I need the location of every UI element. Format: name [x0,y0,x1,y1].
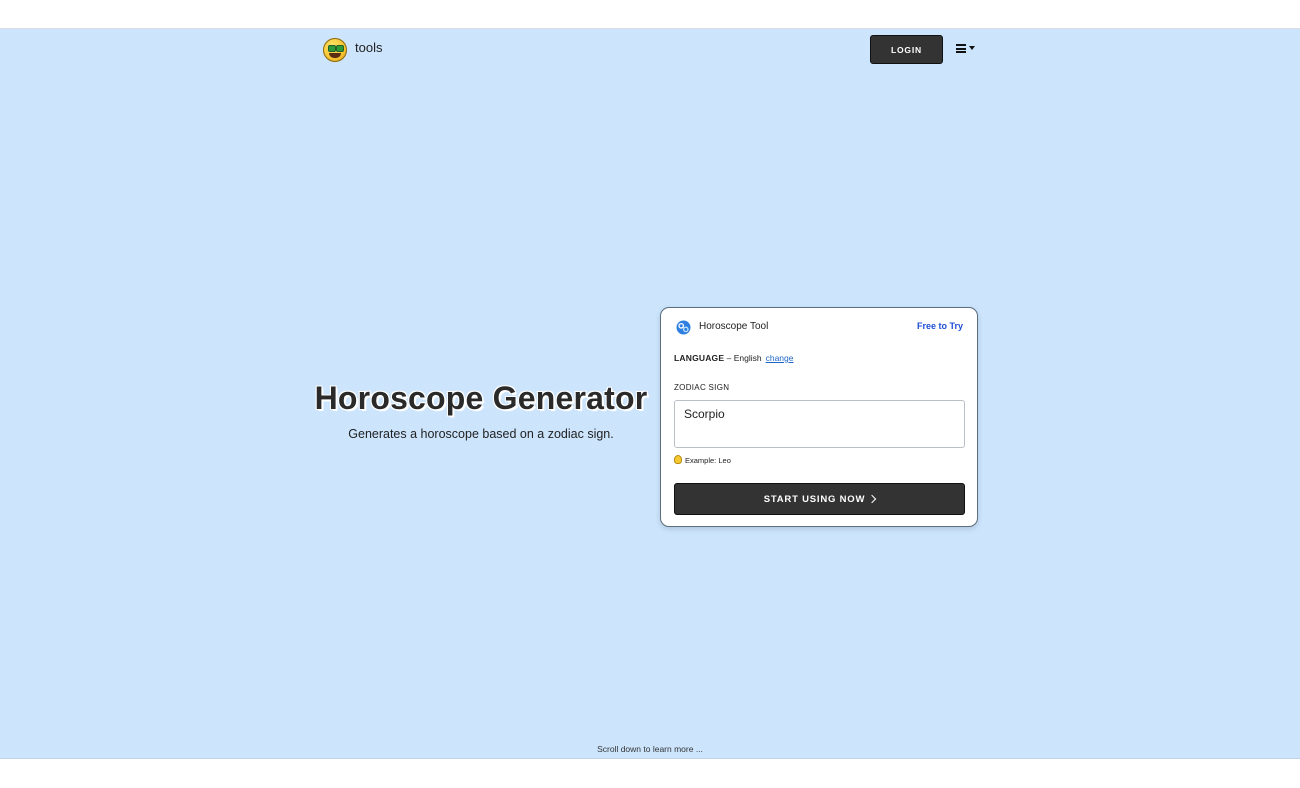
free-to-try-badge: Free to Try [916,321,963,331]
language-label: LANGUAGE [674,353,725,363]
example-hint: Example: Leo [674,455,731,465]
logo-eye-right [336,45,344,52]
login-button[interactable]: LOGIN [870,35,943,64]
start-using-now-button[interactable]: START USING NOW [674,483,965,515]
money-mouth-face-icon[interactable] [323,38,347,62]
page-title: Horoscope Generator [314,380,648,416]
horoscope-tool-icon [676,320,691,335]
example-hint-text: Example: Leo [685,456,731,465]
browser-top-strip [0,0,1300,29]
below-fold-strip [0,759,1300,788]
zodiac-sign-input[interactable]: Scorpio [674,400,965,448]
logo-mouth [329,53,341,58]
language-row: LANGUAGE – English change [674,353,793,363]
hamburger-menu-icon[interactable] [956,42,978,54]
zodiac-sign-label: ZODIAC SIGN [674,383,730,392]
logo-eye-left [328,45,336,52]
menu-bars [956,43,966,53]
language-value: English [733,353,762,363]
chevron-right-icon [868,494,877,504]
logo-text[interactable]: tools [355,40,382,55]
tool-name: Horoscope Tool [699,321,769,332]
lightbulb-icon [674,455,682,464]
language-separator: – [724,353,734,363]
caret-down-icon [969,46,975,50]
page-subtitle: Generates a horoscope based on a zodiac … [348,427,614,441]
tool-card: Horoscope Tool Free to Try LANGUAGE – En… [660,307,978,527]
start-button-label: START USING NOW [763,493,866,505]
change-language-link[interactable]: change [766,353,794,363]
scroll-hint: Scroll down to learn more ... [597,744,703,754]
